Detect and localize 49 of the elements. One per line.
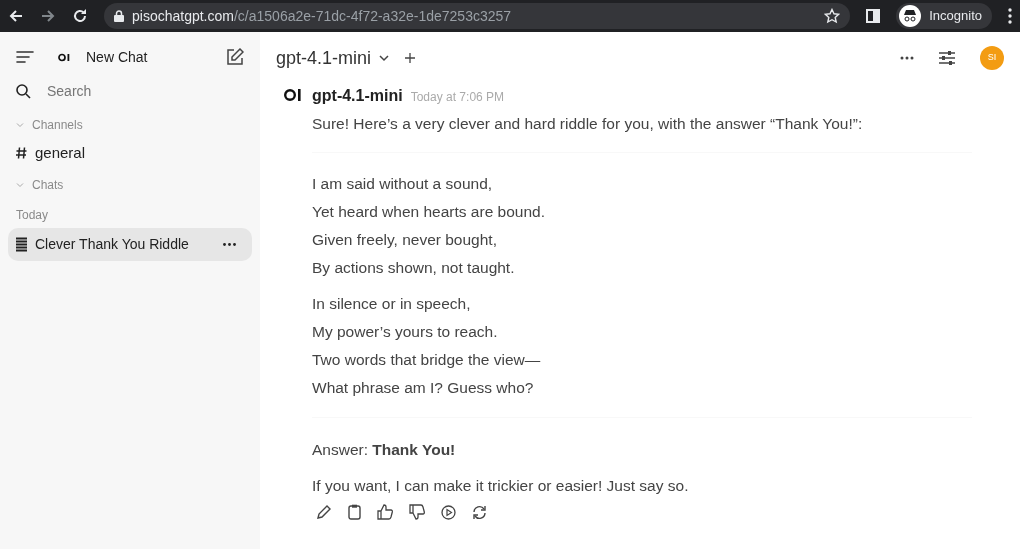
profile-button[interactable]: Incognito: [896, 3, 992, 29]
chat-item[interactable]: Clever Thank You Riddle: [8, 228, 252, 261]
search-field[interactable]: Search: [47, 80, 227, 102]
search-icon: [16, 83, 31, 99]
date-group-label: Today: [15, 207, 50, 224]
regenerate-icon[interactable]: [472, 504, 487, 520]
forward-icon[interactable]: [40, 8, 56, 24]
more-icon[interactable]: [223, 243, 236, 246]
star-icon[interactable]: [824, 8, 841, 24]
hash-icon: [16, 147, 27, 159]
poem-line: Given freely, never bought,: [312, 230, 498, 250]
message-text: If you want, I can make it trickier or easier! Just say so.: [312, 476, 690, 496]
settings-icon[interactable]: [938, 50, 956, 66]
url-text: pisochatgpt.com/c/a1506a2e-71dc-4f72-a32e-1de7253c3257: [132, 6, 513, 26]
model-logo-icon: [284, 88, 302, 102]
compose-icon[interactable]: [226, 48, 244, 66]
thumbs-up-icon[interactable]: [377, 504, 393, 520]
stacked-lines-icon: [16, 237, 27, 252]
poem-line: Two words that bridge the view—: [312, 350, 542, 370]
message-text: Sure! Here’s a very clever and hard riddle for you, with the answer “Thank You!”:: [312, 114, 864, 134]
side-panel-icon[interactable]: [866, 9, 881, 23]
poem-line: I am said without a sound,: [312, 174, 494, 194]
poem-line: By actions shown, not taught.: [312, 258, 516, 278]
model-selector[interactable]: gpt-4.1-mini: [276, 44, 372, 72]
sidebar-toggle-icon[interactable]: [16, 51, 34, 63]
model-name: gpt-4.1-mini: [312, 86, 403, 106]
address-bar[interactable]: pisochatgpt.com/c/a1506a2e-71dc-4f72-a32e-1de7253c3257: [104, 3, 851, 29]
new-chat-link[interactable]: New Chat: [86, 46, 226, 68]
incognito-icon: [899, 5, 922, 27]
back-icon[interactable]: [8, 8, 24, 24]
more-icon[interactable]: [900, 56, 914, 60]
lock-icon: [114, 10, 124, 22]
clipboard-icon[interactable]: [348, 504, 361, 520]
poem-line: Yet heard when hearts are bound.: [312, 202, 546, 222]
menu-icon[interactable]: [1008, 8, 1012, 24]
chevron-down-icon[interactable]: [379, 54, 390, 62]
edit-icon[interactable]: [316, 504, 332, 520]
answer-text: Answer: Thank You!: [312, 440, 457, 460]
poem-line: In silence or in speech,: [312, 294, 472, 314]
reload-icon[interactable]: [72, 8, 88, 24]
plus-icon[interactable]: [405, 53, 416, 63]
profile-name: Incognito: [929, 7, 982, 26]
poem-line: What phrase am I? Guess who?: [312, 378, 535, 398]
channel-item[interactable]: general: [35, 141, 86, 165]
thumbs-down-icon[interactable]: [409, 504, 425, 520]
logo-icon: [58, 52, 70, 62]
poem-line: My power’s yours to reach.: [312, 322, 499, 342]
timestamp: Today at 7:06 PM: [410, 89, 505, 106]
play-icon[interactable]: [441, 504, 456, 520]
